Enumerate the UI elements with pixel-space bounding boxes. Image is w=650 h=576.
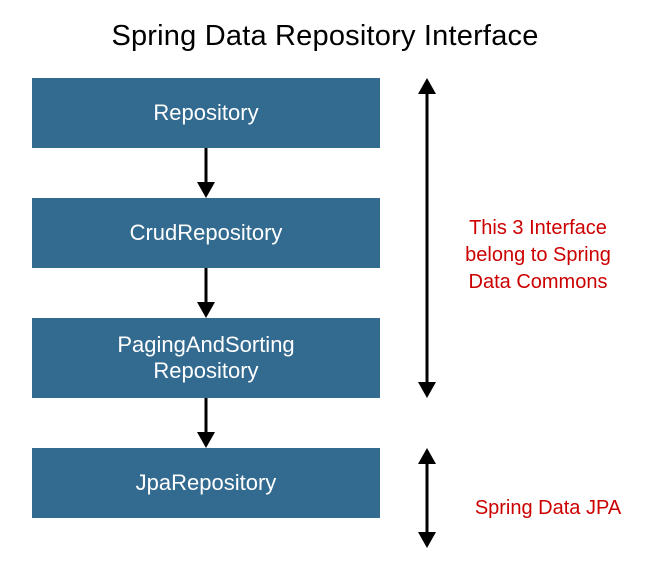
box-paging-sorting-label: PagingAndSorting Repository [117, 332, 294, 385]
diagram-title: Spring Data Repository Interface [0, 0, 650, 61]
annotation-commons-line2: belong to Spring [465, 244, 611, 266]
box-paging-sorting-repository: PagingAndSorting Repository [32, 318, 380, 398]
arrow-2-3 [32, 268, 380, 318]
annotation-jpa: Spring Data JPA [458, 495, 638, 522]
bracket-arrow-commons [412, 78, 442, 398]
box-crud-repository: CrudRepository [32, 198, 380, 268]
hierarchy-column: Repository CrudRepository PagingAndSorti… [32, 78, 380, 518]
arrow-3-4 [32, 398, 380, 448]
box-paging-sorting-line1: PagingAndSorting [117, 332, 294, 357]
annotation-commons-line3: Data Commons [469, 271, 608, 293]
box-jpa-repository: JpaRepository [32, 448, 380, 518]
annotation-commons: This 3 Interface belong to Spring Data C… [448, 215, 628, 296]
arrow-down-icon [192, 268, 220, 318]
arrow-down-icon [192, 148, 220, 198]
box-jpa-repository-label: JpaRepository [136, 470, 277, 496]
box-repository: Repository [32, 78, 380, 148]
box-paging-sorting-line2: Repository [153, 358, 258, 383]
arrow-1-2 [32, 148, 380, 198]
bracket-arrow-jpa [412, 448, 442, 548]
box-repository-label: Repository [153, 100, 258, 126]
annotation-commons-line1: This 3 Interface [469, 217, 607, 239]
box-crud-repository-label: CrudRepository [130, 220, 283, 246]
arrow-down-icon [192, 398, 220, 448]
annotation-jpa-text: Spring Data JPA [475, 497, 621, 519]
